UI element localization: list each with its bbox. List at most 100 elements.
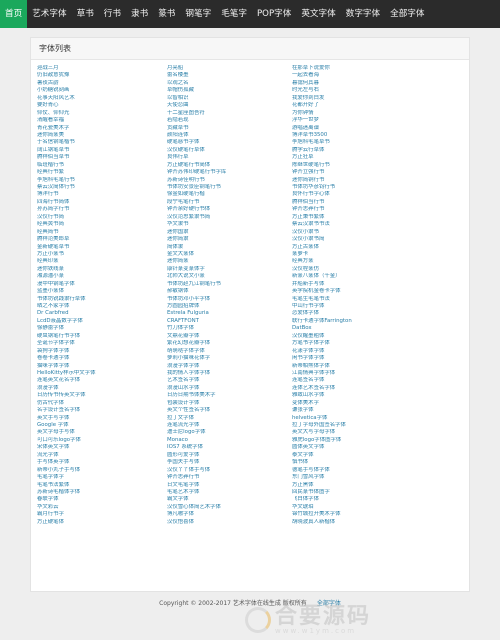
font-link[interactable]: 腾祥伯当行书 xyxy=(292,199,430,206)
font-link[interactable]: 钟齐志莽行书 xyxy=(292,206,430,213)
font-link[interactable]: 毛笔生毛笔书法 xyxy=(292,296,430,303)
font-link[interactable]: 暮霭何其暮 xyxy=(292,80,430,87)
font-link[interactable]: 连体艺术签名字体 xyxy=(292,385,430,392)
font-link[interactable]: 晒之不家字体 xyxy=(37,303,175,310)
font-link[interactable]: 汉仪丫丫体手写体 xyxy=(167,467,305,474)
font-link[interactable]: 袋狗字体字体 xyxy=(37,348,175,355)
font-link[interactable]: 经典行书繁 xyxy=(37,169,175,176)
font-link[interactable]: 浪漫山水字体 xyxy=(167,385,305,392)
font-link[interactable]: 迷你简篆美 xyxy=(37,132,175,139)
font-link[interactable]: 仍旧敌意犹豫 xyxy=(37,72,175,79)
font-link[interactable]: 毛笔书法繁体 xyxy=(37,482,175,489)
font-link[interactable]: 华文隶书 xyxy=(167,221,305,228)
font-link[interactable]: 日文毛笔字体 xyxy=(167,482,305,489)
font-link[interactable]: 汉仪悟喜体 xyxy=(167,519,305,526)
nav-item[interactable]: 篆书 xyxy=(153,0,180,28)
font-link[interactable]: 苏新诗毛楷体字体 xyxy=(37,489,175,496)
font-link[interactable]: 书体坊赵九江钢笔行书 xyxy=(167,281,305,288)
font-link[interactable]: 阔江钢笔草书 xyxy=(37,147,175,154)
font-link[interactable]: 连笔流光字体 xyxy=(167,422,305,429)
font-link[interactable]: 闲书字体字体 xyxy=(292,355,430,362)
font-link[interactable]: LcdD液晶数字字体 xyxy=(37,318,175,325)
font-link[interactable]: 锦竹城拉开美术字体 xyxy=(292,511,430,518)
font-link[interactable]: 北师大说文小篆 xyxy=(167,273,305,280)
font-link[interactable]: 蓝墨小篆体 xyxy=(37,288,175,295)
font-link[interactable]: 李国夫手写体 xyxy=(167,459,305,466)
font-link[interactable]: 钟齐余好硬行书体 xyxy=(167,206,305,213)
font-link[interactable]: 书体坊邓小平字体 xyxy=(167,296,305,303)
font-link[interactable]: 腾祥范美郎草 xyxy=(37,236,175,243)
font-link[interactable]: 方正黑体 xyxy=(292,482,430,489)
nav-item[interactable]: 钢笔字 xyxy=(180,0,216,28)
font-link[interactable]: 方正小篆书 xyxy=(37,251,175,258)
font-link[interactable]: 英学院机金卷卡字体 xyxy=(292,288,430,295)
font-link[interactable]: 圣诞节字体字体 xyxy=(37,340,175,347)
font-link[interactable]: 春联字体 xyxy=(37,496,175,503)
nav-item[interactable]: 首页 xyxy=(0,0,28,28)
font-link[interactable]: 硬虫钢笔行书字体 xyxy=(37,333,175,340)
font-link[interactable]: 浪漫字体字体 xyxy=(167,363,305,370)
font-link[interactable]: 方圆园招牌体 xyxy=(167,303,305,310)
font-link[interactable]: 硬笔慈书字体 xyxy=(167,139,305,146)
nav-item[interactable]: 毛笔字 xyxy=(216,0,252,28)
nav-item[interactable]: POP字体 xyxy=(252,0,296,28)
font-link[interactable]: 经典方篆 xyxy=(292,258,430,265)
font-link[interactable]: 东门雪风字体 xyxy=(292,474,430,481)
font-link[interactable]: 小奶糖锐刻画 xyxy=(37,87,175,94)
font-link[interactable]: 花都开好了 xyxy=(292,102,430,109)
font-link[interactable]: 英文手写字体 xyxy=(37,415,175,422)
font-link[interactable]: 手写体英字体 xyxy=(37,459,175,466)
font-link[interactable]: 胡晓波真人新楷体 xyxy=(292,519,430,526)
font-link[interactable]: 一起去看海 xyxy=(292,72,430,79)
font-link[interactable]: 腾祥伯当草书 xyxy=(37,154,175,161)
font-link[interactable]: 段宁毛笔行书 xyxy=(167,199,305,206)
font-link[interactable]: 萝莉小猫咪花体字 xyxy=(167,355,305,362)
font-link[interactable]: 连笔签名字体 xyxy=(292,377,430,384)
font-link[interactable]: 霸文字体 xyxy=(167,496,305,503)
font-link[interactable]: 名字设计签名字体 xyxy=(37,407,175,414)
font-link[interactable]: IOS7 系统字体 xyxy=(167,444,305,451)
font-link[interactable]: 日历传书传英文字体 xyxy=(37,392,175,399)
font-link[interactable]: Google 字体 xyxy=(37,422,175,429)
font-link[interactable]: 清醒看幸福 xyxy=(37,117,175,124)
font-link[interactable]: 日历日期书体美术字 xyxy=(167,392,305,399)
font-link[interactable]: 圆体英文字体 xyxy=(292,444,430,451)
font-link[interactable]: 可口可乐logo字体 xyxy=(37,437,175,444)
nav-item[interactable]: 草书 xyxy=(72,0,99,28)
font-link[interactable]: 迎战三月 xyxy=(37,65,175,72)
font-link[interactable]: 漫中中钢笔字体 xyxy=(37,281,175,288)
font-link[interactable]: 圆形可爱字体 xyxy=(167,452,305,459)
font-link[interactable]: 新蒂帕熊体字体 xyxy=(292,363,430,370)
font-link[interactable]: 仿古代字体 xyxy=(37,400,175,407)
font-link[interactable]: 篆萝卡 xyxy=(292,251,430,258)
font-link[interactable]: 我爱你到白发 xyxy=(292,95,430,102)
font-link[interactable]: 霸月行书字 xyxy=(37,511,175,518)
font-link[interactable]: 宋体英文字体 xyxy=(37,444,175,451)
font-link[interactable]: 繁花幻想花瓣字体 xyxy=(167,340,305,347)
font-link[interactable]: 草帽伤孤藏 xyxy=(167,87,305,94)
font-link[interactable]: 泰文字体 xyxy=(292,452,430,459)
font-link[interactable]: 汉仪行书简 xyxy=(37,214,175,221)
font-link[interactable]: 贡藏草书 xyxy=(167,125,305,132)
font-link[interactable]: 谦张字体 xyxy=(292,407,430,414)
font-link[interactable]: HelloKitty样示中文字体 xyxy=(37,370,175,377)
font-link[interactable]: 简体隶 xyxy=(167,244,305,251)
font-link[interactable]: 花事天阳风艺术 xyxy=(37,95,175,102)
font-link[interactable]: helvetica字体 xyxy=(292,415,430,422)
nav-item[interactable]: 艺术字体 xyxy=(27,0,71,28)
font-link[interactable]: 时光左与右 xyxy=(292,87,430,94)
font-link[interactable]: 恋爱体字体 xyxy=(292,310,430,317)
nav-item[interactable]: 全部字体 xyxy=(385,0,429,28)
font-link[interactable]: 方正狂草 xyxy=(292,154,430,161)
font-link[interactable]: 钟齐立强行书 xyxy=(292,169,430,176)
font-link[interactable]: 汉仪雪心体简艺术字体 xyxy=(167,504,305,511)
font-link[interactable]: 英文字母手写体 xyxy=(37,429,175,436)
font-link[interactable]: 毛笔艺术字体 xyxy=(167,489,305,496)
font-link[interactable]: 华文彩云 xyxy=(37,504,175,511)
font-link[interactable]: 英文个性签名字体 xyxy=(167,407,305,414)
font-link[interactable]: 以智相识 xyxy=(167,95,305,102)
font-link[interactable]: 我的情人字体字体 xyxy=(167,370,305,377)
font-link[interactable]: 康针篆变篆体字 xyxy=(167,266,305,273)
font-link[interactable]: 方笔书字体字体 xyxy=(292,340,430,347)
font-link[interactable]: 拉丁文字体 xyxy=(167,415,305,422)
